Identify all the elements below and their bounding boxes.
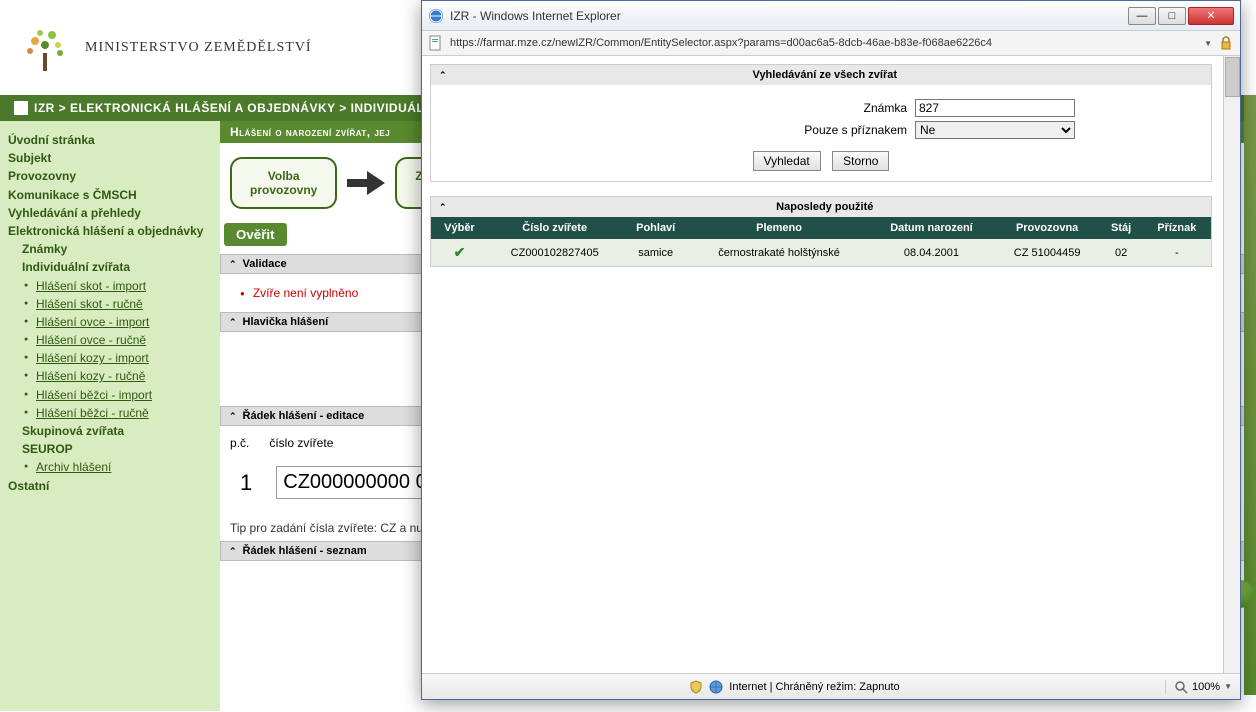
globe-icon (709, 680, 723, 694)
dropdown-icon[interactable]: ▼ (1224, 682, 1232, 691)
dropdown-icon[interactable]: ▼ (1204, 39, 1212, 48)
nav-komunikace[interactable]: Komunikace s ČMSCH (8, 186, 212, 204)
url-text: https://farmar.mze.cz/newIZR/Common/Enti… (450, 37, 1198, 49)
col-provozovna: Provozovna (995, 217, 1100, 239)
maximize-button[interactable]: □ (1158, 7, 1186, 25)
shield-icon (689, 680, 703, 694)
window-titlebar[interactable]: IZR - Windows Internet Explorer — □ ✕ (422, 1, 1240, 31)
chevron-up-icon: ⌃ (439, 202, 447, 213)
znamka-label: Známka (567, 101, 907, 115)
recent-panel-header[interactable]: ⌃ Naposledy použité (431, 197, 1211, 217)
chevron-up-icon: ⌃ (229, 411, 237, 422)
popup-window: IZR - Windows Internet Explorer — □ ✕ ht… (421, 0, 1241, 700)
table-row[interactable]: ✔ CZ000102827405 samice černostrakaté ho… (431, 239, 1211, 266)
nav-uvodni[interactable]: Úvodní stránka (8, 131, 212, 149)
status-zone-text: Internet | Chráněný režim: Zapnuto (729, 681, 899, 693)
vyhledat-button[interactable]: Vyhledat (753, 151, 821, 171)
nav-item-0[interactable]: Hlášení skot - import (8, 277, 212, 295)
chevron-up-icon: ⌃ (229, 317, 237, 328)
cell-plemeno: černostrakaté holštýnské (690, 239, 869, 266)
scrollbar[interactable] (1223, 56, 1240, 673)
step-volba-provozovny[interactable]: Volba provozovny (230, 157, 337, 209)
col-datum: Datum narození (868, 217, 994, 239)
nav-item-6[interactable]: Hlášení běžci - import (8, 386, 212, 404)
sidebar: Úvodní stránka Subjekt Provozovny Komuni… (0, 121, 220, 711)
nav-provozovny[interactable]: Provozovny (8, 167, 212, 185)
nav-ostatni[interactable]: Ostatní (8, 477, 212, 495)
close-button[interactable]: ✕ (1188, 7, 1234, 25)
breadcrumb-icon (14, 101, 28, 115)
nav-znamky[interactable]: Známky (8, 240, 212, 258)
nav-item-4[interactable]: Hlášení kozy - import (8, 349, 212, 367)
cell-pohlavi: samice (622, 239, 690, 266)
col-vyber: Výběr (431, 217, 488, 239)
search-panel-header[interactable]: ⌃ Vyhledávání ze všech zvířat (431, 65, 1211, 85)
recent-table: Výběr Číslo zvířete Pohlaví Plemeno Datu… (431, 217, 1211, 266)
breadcrumb-text: IZR > ELEKTRONICKÁ HLÁŠENÍ A OBJEDNÁVKY … (34, 101, 433, 115)
col-staj: Stáj (1100, 217, 1143, 239)
overit-button[interactable]: Ověřit (224, 223, 287, 246)
nav-subjekt[interactable]: Subjekt (8, 149, 212, 167)
ministry-logo-icon (20, 23, 70, 73)
nav-seurop[interactable]: SEUROP (8, 440, 212, 458)
zoom-control[interactable]: 100% ▼ (1165, 680, 1232, 694)
status-bar: Internet | Chráněný režim: Zapnuto 100% … (422, 673, 1240, 699)
address-bar[interactable]: https://farmar.mze.cz/newIZR/Common/Enti… (422, 31, 1240, 56)
cislo-label: číslo zvířete (269, 436, 333, 450)
nav-skupinova[interactable]: Skupinová zvířata (8, 422, 212, 440)
ministry-name: MINISTERSTVO ZEMĚDĚLSTVÍ (85, 40, 312, 56)
priznak-select[interactable]: Ne (915, 121, 1075, 139)
cell-provozovna: CZ 51004459 (995, 239, 1100, 266)
pc-label: p.č. (230, 436, 249, 450)
nav-item-3[interactable]: Hlášení ovce - ručně (8, 331, 212, 349)
arrow-icon (347, 171, 385, 195)
znamka-input[interactable] (915, 99, 1075, 117)
nav-item-7[interactable]: Hlášení běžci - ručně (8, 404, 212, 422)
nav-elektronicka[interactable]: Elektronická hlášení a objednávky (8, 222, 212, 240)
page-icon (428, 35, 444, 51)
cell-staj: 02 (1100, 239, 1143, 266)
nav-archiv[interactable]: Archiv hlášení (8, 458, 212, 476)
nav-vyhledavani[interactable]: Vyhledávání a přehledy (8, 204, 212, 222)
nav-individualni[interactable]: Individuální zvířata (8, 258, 212, 276)
chevron-up-icon: ⌃ (229, 259, 237, 270)
row-number: 1 (230, 470, 262, 496)
lock-icon (1218, 35, 1234, 51)
priznak-label: Pouze s příznakem (567, 123, 907, 137)
popup-body: ⌃ Vyhledávání ze všech zvířat Známka Pou… (422, 56, 1240, 673)
nav-item-5[interactable]: Hlášení kozy - ručně (8, 367, 212, 385)
magnifier-icon (1174, 680, 1188, 694)
chevron-up-icon: ⌃ (229, 546, 237, 557)
recent-panel: ⌃ Naposledy použité Výběr Číslo zvířete … (430, 196, 1212, 267)
minimize-button[interactable]: — (1128, 7, 1156, 25)
col-plemeno: Plemeno (690, 217, 869, 239)
col-priznak: Příznak (1143, 217, 1211, 239)
check-icon[interactable]: ✔ (454, 244, 466, 260)
cell-priznak: - (1143, 239, 1211, 266)
chevron-up-icon: ⌃ (439, 70, 447, 81)
search-panel: ⌃ Vyhledávání ze všech zvířat Známka Pou… (430, 64, 1212, 182)
cell-cislo: CZ000102827405 (488, 239, 622, 266)
ie-icon (428, 8, 444, 24)
zoom-value: 100% (1192, 681, 1220, 693)
nav-item-1[interactable]: Hlášení skot - ručně (8, 295, 212, 313)
col-pohlavi: Pohlaví (622, 217, 690, 239)
nav-item-2[interactable]: Hlášení ovce - import (8, 313, 212, 331)
scroll-thumb[interactable] (1225, 57, 1240, 97)
window-title: IZR - Windows Internet Explorer (450, 9, 1128, 23)
col-cislo: Číslo zvířete (488, 217, 622, 239)
storno-button[interactable]: Storno (832, 151, 889, 171)
cell-datum: 08.04.2001 (868, 239, 994, 266)
